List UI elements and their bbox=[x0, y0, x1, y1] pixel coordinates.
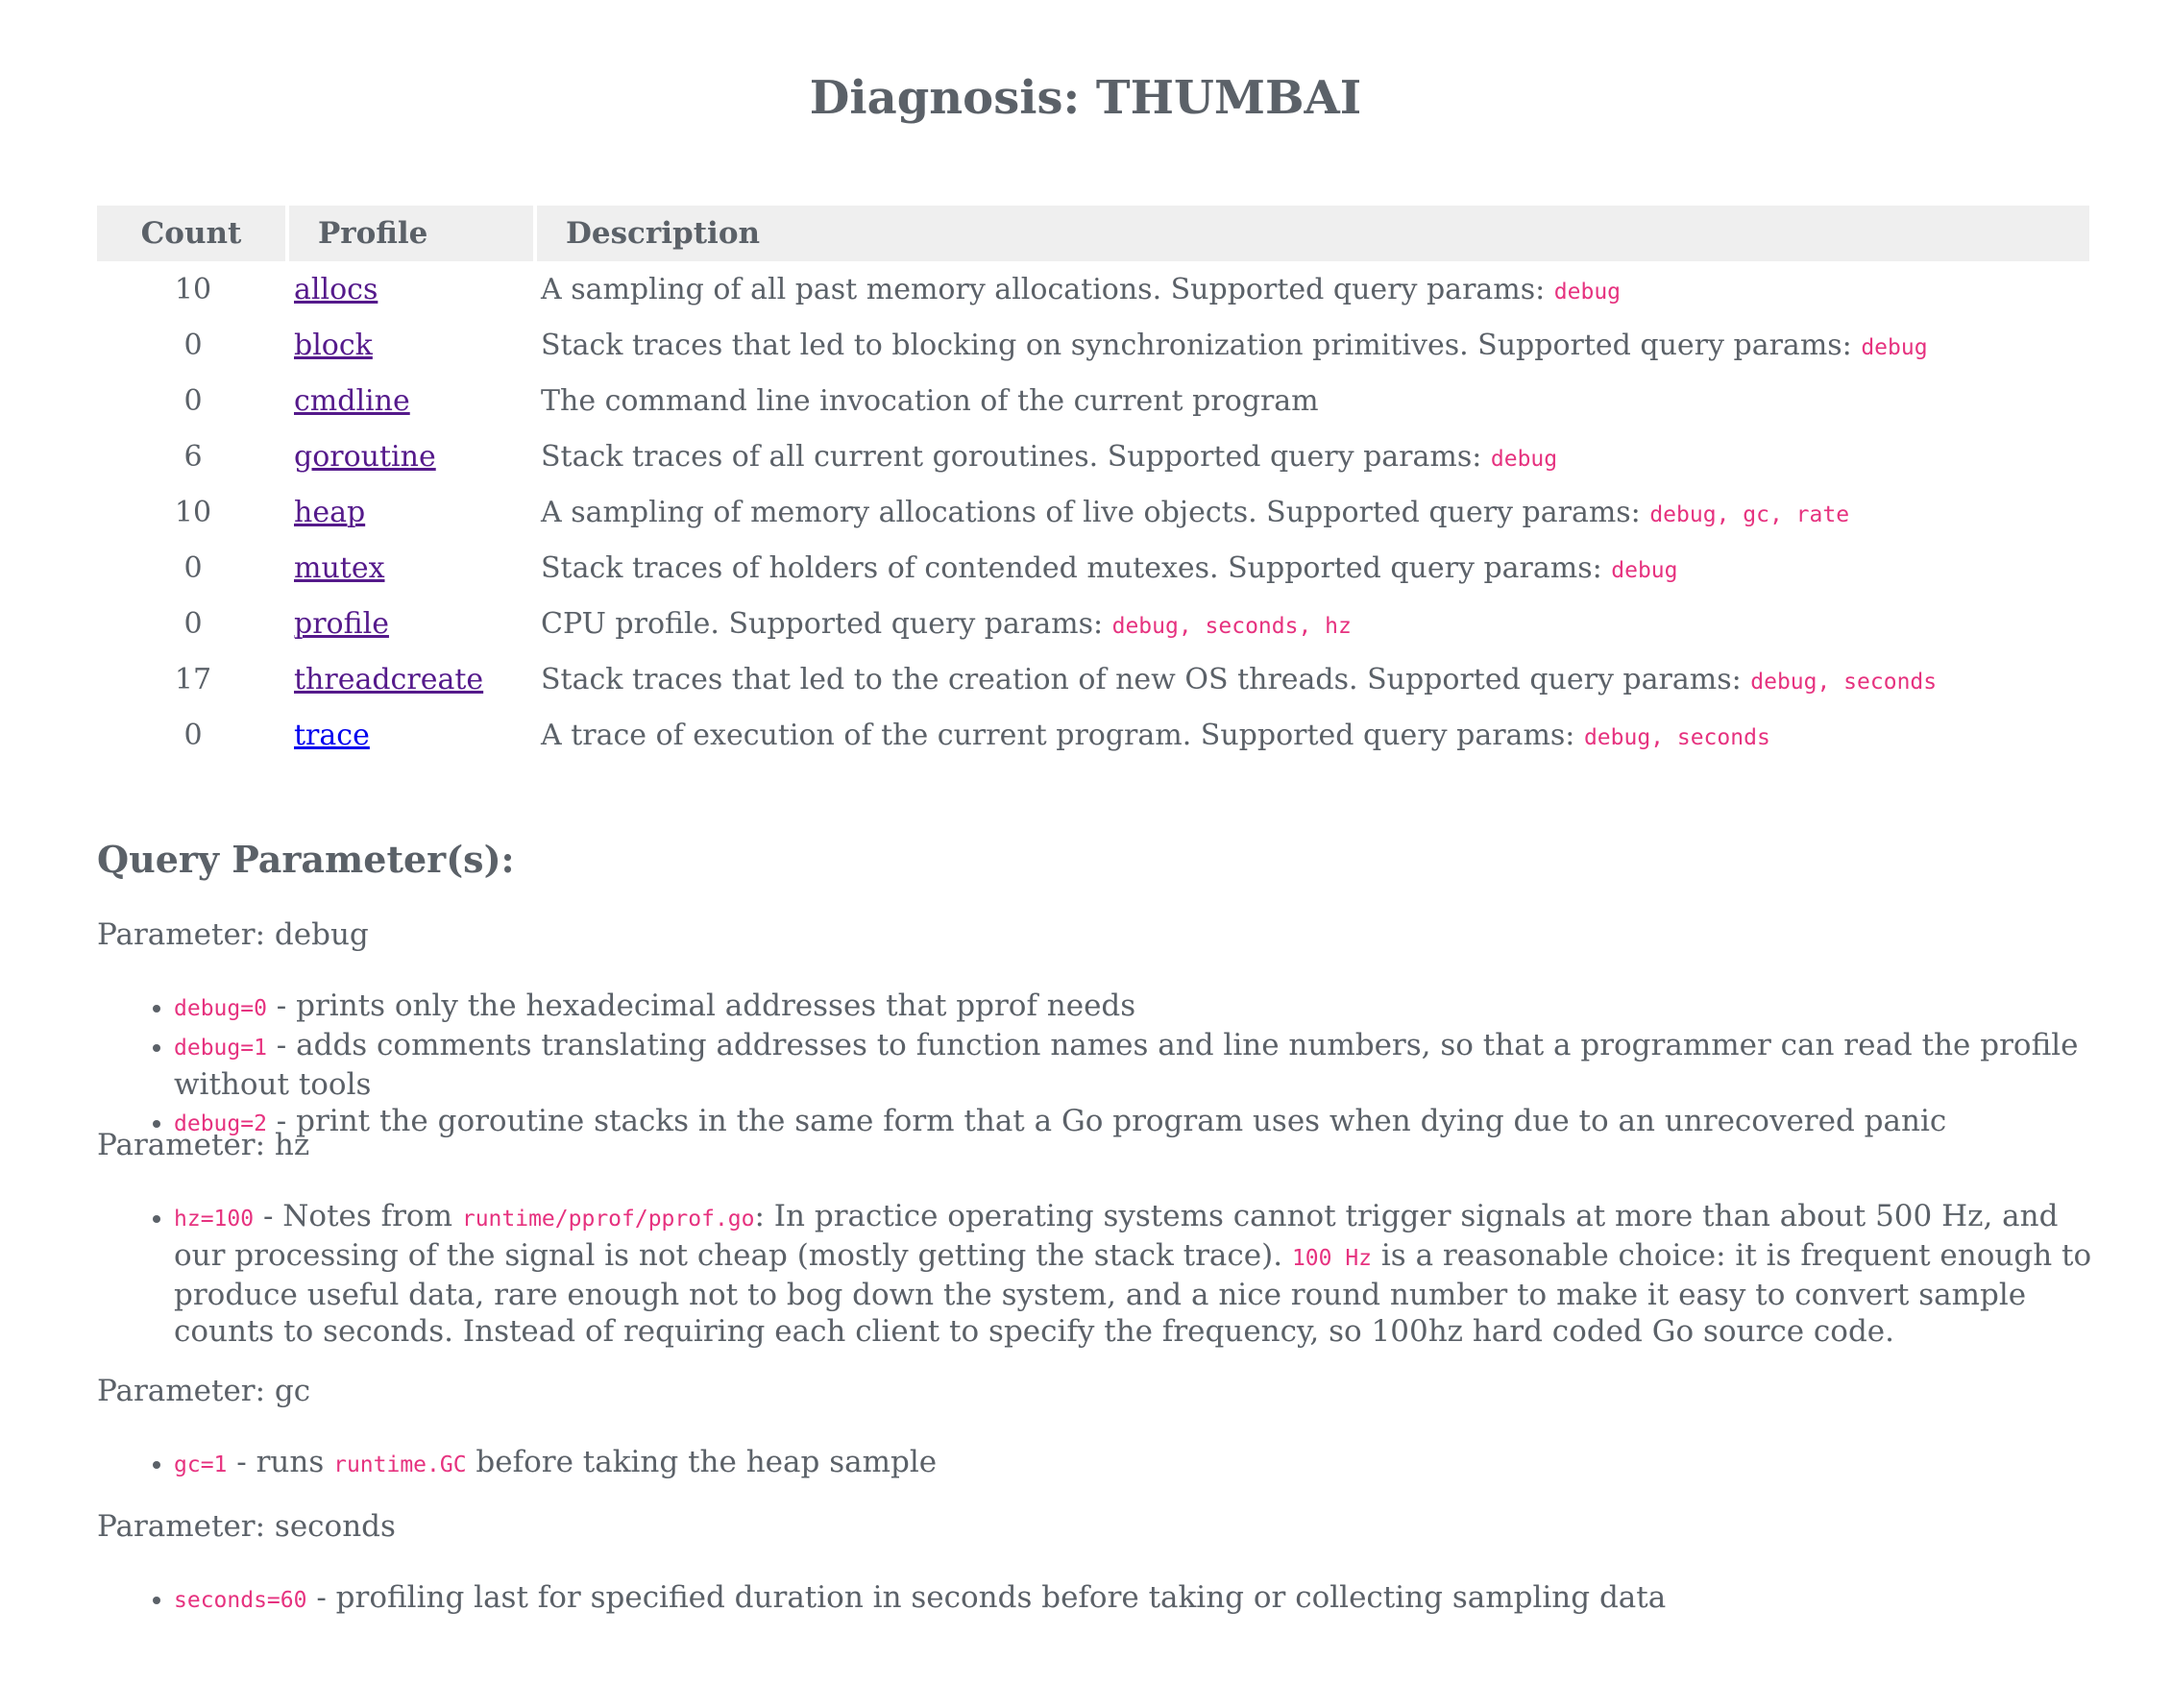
param-debug-list: debug=0 - prints only the hexadecimal ad… bbox=[97, 988, 2114, 1142]
list-item: debug=0 - prints only the hexadecimal ad… bbox=[174, 988, 2114, 1027]
profile-description: A sampling of memory allocations of live… bbox=[541, 495, 1650, 529]
profile-link-profile[interactable]: profile bbox=[294, 607, 389, 641]
profiles-table: Count Profile Description 10 allocs A sa… bbox=[97, 206, 2089, 763]
param-text: - prints only the hexadecimal addresses … bbox=[266, 988, 1136, 1023]
profile-params: debug bbox=[1553, 279, 1622, 305]
header-profile: Profile bbox=[289, 206, 537, 261]
param-hz-list: hz=100 - Notes from runtime/pprof/pprof.… bbox=[97, 1198, 2114, 1350]
profile-description: Stack traces that led to blocking on syn… bbox=[541, 328, 1862, 362]
param-gc-list: gc=1 - runs runtime.GC before taking the… bbox=[97, 1444, 2114, 1483]
param-seconds-list-section: seconds=60 - profiling last for specifie… bbox=[97, 1579, 2114, 1619]
profile-params: debug bbox=[1490, 446, 1558, 472]
header-count: Count bbox=[97, 206, 289, 261]
profile-count: 0 bbox=[183, 383, 203, 418]
source-file-code: runtime/pprof/pprof.go bbox=[461, 1207, 755, 1232]
page-title: Diagnosis: THUMBAI bbox=[809, 71, 1362, 125]
table-row: 0 cmdline The command line invocation of… bbox=[97, 373, 2089, 428]
profile-link-goroutine[interactable]: goroutine bbox=[294, 440, 436, 474]
profile-count: 0 bbox=[183, 328, 203, 362]
profile-description: Stack traces of all current goroutines. … bbox=[541, 439, 1491, 474]
profile-count: 10 bbox=[174, 272, 212, 306]
profile-count: 0 bbox=[183, 718, 203, 752]
list-item: seconds=60 - profiling last for specifie… bbox=[174, 1579, 2114, 1619]
param-seconds-list: seconds=60 - profiling last for specifie… bbox=[97, 1579, 2114, 1619]
profile-params: debug, seconds bbox=[1583, 724, 1770, 750]
profile-params: debug, seconds bbox=[1750, 669, 1938, 695]
table-row: 6 goroutine Stack traces of all current … bbox=[97, 428, 2089, 484]
param-debug-list-section: debug=0 - prints only the hexadecimal ad… bbox=[97, 988, 2114, 1142]
profile-count: 6 bbox=[183, 439, 203, 474]
list-item: gc=1 - runs runtime.GC before taking the… bbox=[174, 1444, 2114, 1483]
profile-count: 0 bbox=[183, 550, 203, 585]
page: Diagnosis: THUMBAI Count Profile Descrip… bbox=[0, 0, 2171, 1708]
profile-description: A trace of execution of the current prog… bbox=[541, 718, 1584, 752]
param-code: debug=0 bbox=[174, 996, 267, 1021]
profile-link-threadcreate[interactable]: threadcreate bbox=[294, 663, 483, 696]
runtime-gc-code: runtime.GC bbox=[333, 1452, 467, 1477]
table-row: 17 threadcreate Stack traces that led to… bbox=[97, 651, 2089, 707]
profile-link-block[interactable]: block bbox=[294, 329, 373, 362]
profile-description: The command line invocation of the curre… bbox=[541, 383, 1319, 418]
param-text: - Notes from bbox=[254, 1199, 462, 1233]
param-seconds-title: Parameter: seconds bbox=[97, 1509, 396, 1544]
profile-link-heap[interactable]: heap bbox=[294, 496, 365, 529]
param-text: - runs bbox=[227, 1445, 334, 1479]
param-text: - adds comments translating addresses to… bbox=[174, 1028, 2079, 1102]
table-row: 0 mutex Stack traces of holders of conte… bbox=[97, 540, 2089, 596]
list-item: hz=100 - Notes from runtime/pprof/pprof.… bbox=[174, 1198, 2114, 1350]
param-hz-title: Parameter: hz bbox=[97, 1128, 310, 1162]
profile-description: A sampling of all past memory allocation… bbox=[541, 272, 1554, 306]
profile-count: 17 bbox=[174, 662, 212, 696]
list-item: debug=1 - adds comments translating addr… bbox=[174, 1027, 2114, 1103]
header-description: Description bbox=[537, 206, 2089, 261]
param-gc-list-section: gc=1 - runs runtime.GC before taking the… bbox=[97, 1444, 2114, 1483]
param-code: hz=100 bbox=[174, 1207, 255, 1232]
hz-value-code: 100 Hz bbox=[1291, 1246, 1373, 1271]
profile-link-mutex[interactable]: mutex bbox=[294, 551, 385, 585]
profile-description: Stack traces that led to the creation of… bbox=[541, 662, 1751, 696]
table-row: 10 allocs A sampling of all past memory … bbox=[97, 261, 2089, 317]
profile-params: debug bbox=[1611, 557, 1678, 583]
param-gc-section: Parameter: gc bbox=[97, 1374, 2114, 1408]
param-debug-section: Parameter: debug bbox=[97, 917, 2114, 952]
param-text: before taking the heap sample bbox=[466, 1445, 938, 1479]
param-code: gc=1 bbox=[174, 1452, 228, 1477]
profile-description: Stack traces of holders of contended mut… bbox=[541, 550, 1612, 585]
profile-link-cmdline[interactable]: cmdline bbox=[294, 384, 410, 418]
profile-params: debug, gc, rate bbox=[1649, 501, 1850, 527]
table-row: 0 profile CPU profile. Supported query p… bbox=[97, 596, 2089, 651]
profile-description: CPU profile. Supported query params: bbox=[541, 606, 1112, 641]
profile-link-trace[interactable]: trace bbox=[294, 719, 370, 752]
profile-params: debug bbox=[1861, 334, 1928, 360]
table-row: 10 heap A sampling of memory allocations… bbox=[97, 484, 2089, 540]
param-text: - profiling last for specified duration … bbox=[306, 1580, 1667, 1615]
param-hz-list-section: hz=100 - Notes from runtime/pprof/pprof.… bbox=[97, 1198, 2114, 1350]
profile-params: debug, seconds, hz bbox=[1111, 613, 1352, 639]
profile-link-allocs[interactable]: allocs bbox=[294, 273, 378, 306]
param-gc-title: Parameter: gc bbox=[97, 1374, 311, 1408]
param-code: seconds=60 bbox=[174, 1588, 307, 1613]
profile-count: 0 bbox=[183, 606, 203, 641]
param-seconds-section: Parameter: seconds bbox=[97, 1509, 2114, 1544]
param-code: debug=1 bbox=[174, 1036, 267, 1061]
profile-count: 10 bbox=[174, 495, 212, 529]
table-row: 0 block Stack traces that led to blockin… bbox=[97, 317, 2089, 373]
query-parameters-heading: Query Parameter(s): bbox=[97, 838, 515, 881]
param-debug-title: Parameter: debug bbox=[97, 917, 369, 952]
param-hz-section: Parameter: hz bbox=[97, 1128, 2114, 1162]
table-row: 0 trace A trace of execution of the curr… bbox=[97, 707, 2089, 763]
table-header-row: Count Profile Description bbox=[97, 206, 2089, 261]
